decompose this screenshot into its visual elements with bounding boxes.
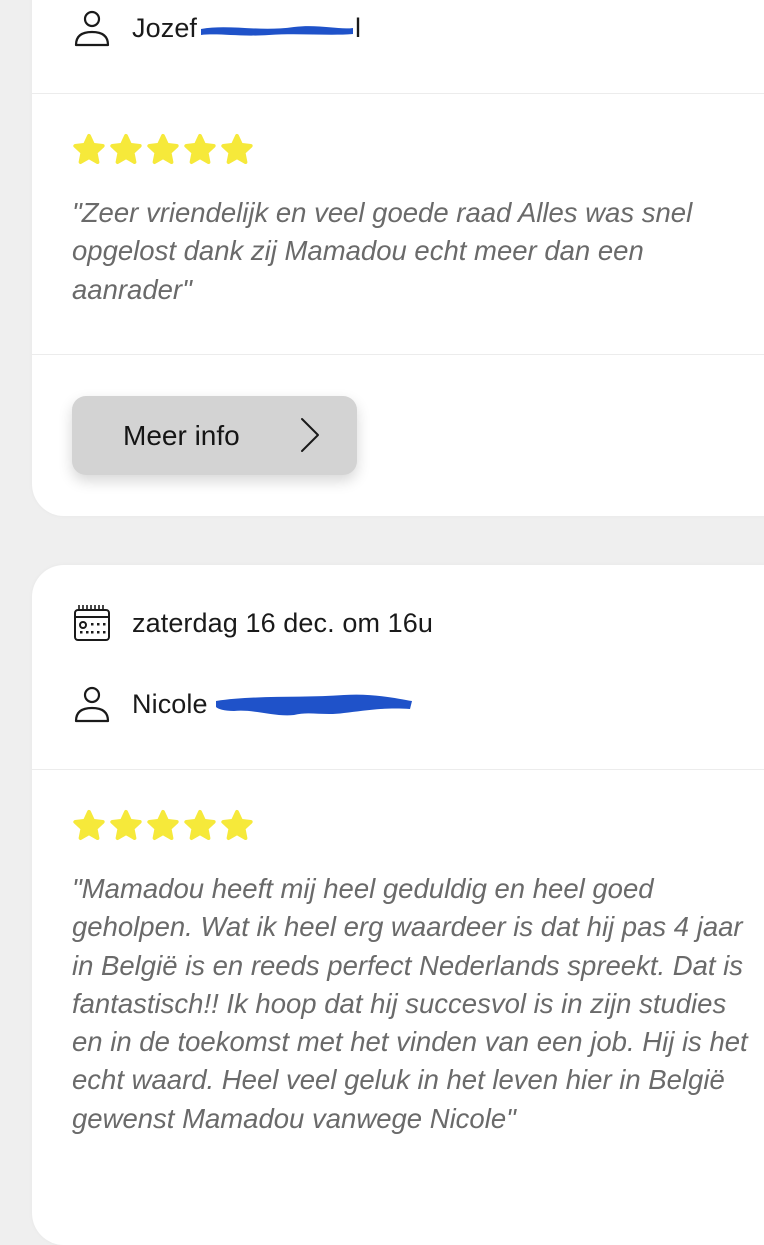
user-icon	[72, 8, 112, 48]
review-text: "Zeer vriendelijk en veel goede raad All…	[72, 197, 693, 305]
user-icon	[72, 684, 112, 724]
redaction-mark	[201, 26, 354, 36]
reviewer-name: Nicole	[132, 688, 208, 719]
review-text: "Mamadou heeft mij heel geduldig en heel…	[72, 873, 748, 1134]
reviewer-name-redacted	[214, 689, 414, 719]
divider	[32, 354, 764, 355]
star-icon	[147, 133, 179, 164]
star-icon	[110, 809, 142, 840]
star-icon	[73, 809, 105, 840]
review-date: zaterdag 16 dec. om 16u	[132, 607, 434, 638]
meer-info-button[interactable]: Meer info	[72, 396, 357, 475]
chevron-right-icon	[301, 418, 319, 452]
review-card: zaterdag 16 dec. om 16u Nicole "Mamadou …	[32, 565, 764, 1245]
star-icon	[147, 809, 179, 840]
calendar-icon	[72, 603, 112, 643]
reviewer-name: Jozef	[132, 12, 198, 43]
star-icon	[184, 809, 216, 840]
divider	[32, 93, 764, 94]
review-card: Jozef l "Zeer vriendelijk en veel goede …	[32, 0, 764, 516]
star-icon	[221, 809, 253, 840]
reviewer-name-redacted	[197, 18, 355, 38]
divider	[32, 769, 764, 770]
reviewer-row: Jozef l	[72, 8, 361, 48]
star-icon	[110, 133, 142, 164]
button-label: Meer info	[123, 419, 240, 451]
reviewer-name-tail: l	[355, 12, 362, 43]
star-icon	[221, 133, 253, 164]
star-rating	[72, 133, 254, 167]
star-rating	[72, 809, 254, 843]
redaction-mark	[215, 694, 412, 716]
date-row: zaterdag 16 dec. om 16u	[72, 603, 433, 643]
star-icon	[184, 133, 216, 164]
reviewer-row: Nicole	[72, 684, 414, 724]
star-icon	[73, 133, 105, 164]
